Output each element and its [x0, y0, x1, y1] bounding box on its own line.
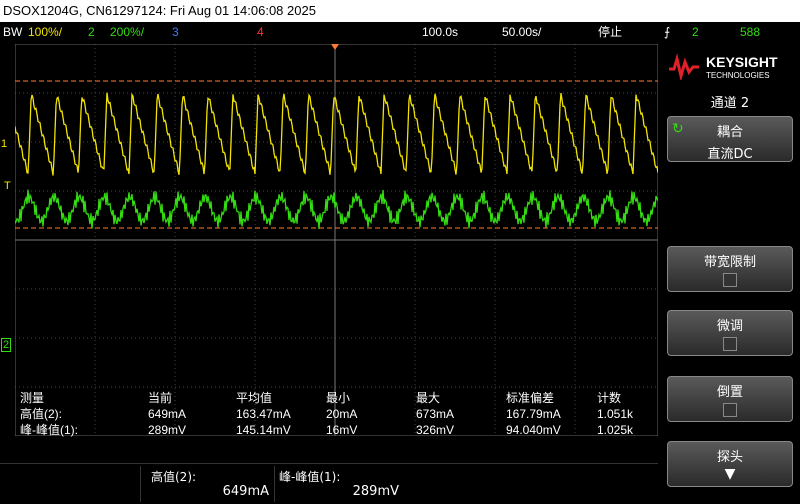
- header-current: 当前: [148, 391, 173, 405]
- trigger-edge-icon: ⨍: [664, 25, 671, 39]
- quick-measure-label: 峰-峰值(1):: [279, 470, 341, 484]
- meas-count: 1.051k: [597, 407, 634, 421]
- softkey-label: 带宽限制: [703, 255, 756, 270]
- meas-mean: 163.47mA: [236, 407, 291, 421]
- meas-stddev: 167.79mA: [506, 407, 561, 421]
- softkey-label: 耦合: [716, 125, 743, 140]
- arrow-down-icon: ▼: [724, 466, 736, 482]
- measurement-header-row: 测量 当前 平均值 最小 最大 标准偏差 计数: [20, 390, 660, 406]
- header-mean: 平均值: [236, 391, 273, 405]
- trigger-level-marker[interactable]: T: [4, 180, 11, 192]
- ch2-label[interactable]: 2: [88, 22, 95, 42]
- menu-title: 通道 2: [710, 96, 750, 111]
- softkey-label: 探头: [716, 450, 743, 465]
- header-stddev: 标准偏差: [506, 391, 555, 405]
- header-min: 最小: [326, 391, 351, 405]
- ch2-ground-marker[interactable]: 2: [1, 338, 12, 352]
- measurement-row: 高值(2): 649mA 163.47mA 20mA 673mA 167.79m…: [20, 406, 660, 422]
- meas-current: 649mA: [148, 407, 187, 421]
- meas-stddev: 94.040mV: [506, 423, 561, 437]
- quick-measure-value: 289mV: [352, 484, 399, 499]
- invert-softkey[interactable]: 倒置: [667, 376, 793, 422]
- checkbox-icon: [723, 273, 737, 287]
- ch1-trace: [15, 92, 658, 176]
- meas-min: 20mA: [326, 407, 358, 421]
- probe-softkey[interactable]: 探头 ▼: [667, 441, 793, 487]
- status-bar: BW 100%/ 2 200%/ 3 4 100.0s 50.00s/ 停止 ⨍…: [0, 22, 800, 42]
- ch2-trace: [15, 189, 658, 229]
- checkbox-icon: [723, 337, 737, 351]
- bw-limit-softkey[interactable]: 带宽限制: [667, 246, 793, 292]
- ch4-label[interactable]: 4: [257, 22, 264, 42]
- channel-marker-strip: 1 T 2: [0, 42, 15, 442]
- quick-measure-value: 649mA: [222, 484, 269, 499]
- rotate-knob-icon: ↻: [672, 121, 684, 137]
- trigger-channel[interactable]: 2: [692, 22, 699, 42]
- softkey-label: 倒置: [716, 385, 743, 400]
- quick-measure-2[interactable]: 峰-峰值(1): 289mV: [274, 466, 403, 502]
- ch3-label[interactable]: 3: [172, 22, 179, 42]
- brand-name: KEYSIGHT: [706, 54, 778, 70]
- waveform-display[interactable]: [15, 44, 658, 436]
- softkey-menu: KEYSIGHT TECHNOLOGIES 通道 2 ↻ 耦合 直流DC 带宽限…: [660, 42, 800, 503]
- header-measure: 测量: [20, 391, 45, 405]
- quick-measure-label: 高值(2):: [151, 470, 197, 484]
- checkbox-icon: [723, 403, 737, 417]
- meas-count: 1.025k: [597, 423, 634, 437]
- quick-measure-bar: 高值(2): 649mA 峰-峰值(1): 289mV: [0, 463, 658, 504]
- header-max: 最大: [416, 391, 441, 405]
- timebase-value[interactable]: 100.0s: [422, 22, 458, 42]
- meas-min: 16mV: [326, 423, 358, 437]
- trigger-position-marker: [331, 44, 339, 50]
- trigger-level[interactable]: 588: [740, 22, 760, 42]
- softkey-label: 微调: [716, 319, 743, 334]
- meas-mean: 145.14mV: [236, 423, 291, 437]
- header-count: 计数: [597, 391, 622, 405]
- ch1-ground-marker[interactable]: 1: [1, 138, 7, 150]
- meas-name: 峰-峰值(1):: [20, 423, 78, 437]
- measurement-row: 峰-峰值(1): 289mV 145.14mV 16mV 326mV 94.04…: [20, 422, 660, 438]
- keysight-logo: KEYSIGHT TECHNOLOGIES: [668, 48, 798, 88]
- ch2-scale[interactable]: 200%/: [110, 22, 144, 42]
- meas-max: 673mA: [416, 407, 455, 421]
- fine-softkey[interactable]: 微调: [667, 310, 793, 356]
- coupling-softkey[interactable]: ↻ 耦合 直流DC: [667, 116, 793, 162]
- ch1-scale[interactable]: 100%/: [28, 22, 62, 42]
- run-state[interactable]: 停止: [598, 22, 622, 42]
- window-title-bar: DSOX1204G, CN61297124: Fri Aug 01 14:06:…: [0, 0, 800, 22]
- meas-current: 289mV: [148, 423, 187, 437]
- brand-sub: TECHNOLOGIES: [706, 71, 770, 80]
- bw-indicator: BW: [3, 25, 23, 39]
- softkey-value: 直流DC: [707, 147, 753, 162]
- delay-value[interactable]: 50.00s/: [502, 22, 541, 42]
- quick-measure-1[interactable]: 高值(2): 649mA: [140, 466, 273, 502]
- meas-name: 高值(2):: [20, 407, 63, 421]
- meas-max: 326mV: [416, 423, 455, 437]
